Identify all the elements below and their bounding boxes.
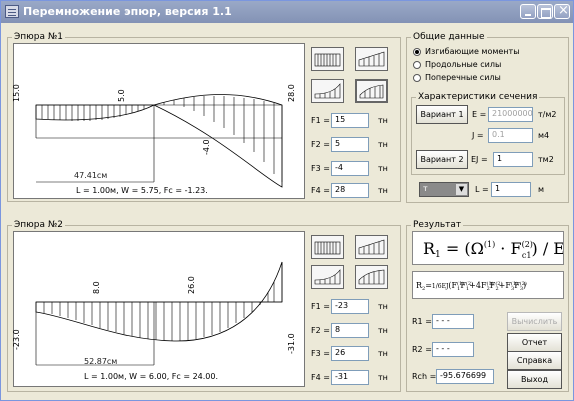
shape2-trapezoid-button[interactable] <box>355 235 388 259</box>
Rch-output: -95.676699 <box>436 369 494 384</box>
title-bar[interactable]: Перемножение эпюр, версия 1.1 <box>1 1 573 23</box>
minimize-button[interactable] <box>520 4 536 19</box>
shape-trapezoid-button[interactable] <box>355 47 388 71</box>
maximize-button[interactable] <box>537 4 553 19</box>
EJ-input[interactable]: 1 <box>493 152 533 167</box>
shape2-convex-button[interactable] <box>355 265 388 289</box>
shape2-concave-button[interactable] <box>311 265 344 289</box>
app-icon <box>5 5 19 18</box>
epure1-legend: Эпюра №1 <box>14 32 63 42</box>
close-button[interactable] <box>554 3 570 19</box>
epure1-F3-unit: тн <box>378 164 388 173</box>
result-legend: Результат <box>413 220 462 230</box>
epure2-F3-label: F3 = <box>311 349 330 358</box>
R1-label: R1 = <box>412 317 432 326</box>
radio-bending-moments[interactable] <box>413 48 421 56</box>
epure2-plot: -23.0 8.0 26.0 -31.0 52.87см L = 1.00м, … <box>12 231 305 387</box>
R2-output: - - - <box>432 342 474 357</box>
app-window: Перемножение эпюр, версия 1.1 Эпюра №1 <box>0 0 574 401</box>
epure2-F3-unit: тн <box>378 349 388 358</box>
epure1-info: L = 1.00м, W = 5.75, Fc = -1.23. <box>76 186 208 195</box>
epure1-F1-unit: тн <box>378 116 388 125</box>
radio-longitudinal-forces[interactable] <box>413 61 421 69</box>
epure1-tick-left: 15.0 <box>12 84 21 102</box>
general-legend: Общие данные <box>413 32 485 42</box>
epure2-F4-input[interactable]: -31 <box>331 370 369 385</box>
epure1-F1-label: F1 = <box>311 116 330 125</box>
epure1-tick-mid: 5.0 <box>117 89 126 102</box>
J-unit: м4 <box>538 131 550 140</box>
R2-label: R2 = <box>412 345 432 354</box>
epure2-F1-label: F1 = <box>311 302 330 311</box>
L-label: L = <box>475 185 489 194</box>
epure1-F4-input[interactable]: 28 <box>331 183 369 198</box>
EJ-label: EJ = <box>471 155 488 164</box>
epure2-F1-unit: тн <box>378 302 388 311</box>
Rch-label: Rch = <box>412 372 437 381</box>
EJ-unit: тм2 <box>538 155 554 164</box>
epure1-F3-label: F3 = <box>311 164 330 173</box>
epure1-diagram <box>35 94 283 188</box>
epure2-diagram <box>35 261 283 366</box>
report-button[interactable]: Отчет <box>507 333 562 352</box>
variant1-button[interactable]: Вариант 1 <box>416 105 468 124</box>
E-unit: т/м2 <box>538 110 557 119</box>
epure1-F4-label: F4 = <box>311 186 330 195</box>
shape-convex-button[interactable] <box>355 79 388 103</box>
epure2-F2-input[interactable]: 8 <box>331 323 369 338</box>
variant2-button[interactable]: Вариант 2 <box>416 150 468 169</box>
epure2-info: L = 1.00м, W = 6.00, Fc = 24.00. <box>84 372 219 381</box>
epure2-tick-mid2: 26.0 <box>187 276 196 294</box>
epure2-tick-mid1: 8.0 <box>92 281 101 294</box>
L-unit: м <box>538 185 545 194</box>
svg-text:R2=1/6EJ(F(1)1F(2)1+4F(1)2F(2): R2=1/6EJ(F(1) 1F(2) 1+4F(1) 2F(2) 2+F(1) 3F(2… <box>416 280 527 292</box>
E-input[interactable]: 21000000 <box>488 107 533 122</box>
compute-button[interactable]: Вычислить <box>507 312 562 331</box>
J-input[interactable]: 0.1 <box>488 128 533 143</box>
section-legend: Характеристики сечения <box>418 92 538 102</box>
epure2-F3-input[interactable]: 26 <box>331 346 369 361</box>
epure1-plot: 15.0 5.0 28.0 -4.0 47.41см L = 1.00м, W … <box>12 43 305 199</box>
L-input[interactable]: 1 <box>491 182 531 197</box>
J-label: J = <box>472 131 484 140</box>
epure2-legend: Эпюра №2 <box>14 220 63 230</box>
epure2-tick-left: -23.0 <box>12 329 21 350</box>
shape-concave-button[interactable] <box>311 79 344 103</box>
formula-R2: R2=1/6EJ(F(1) 1F(2) 1+4F(1) 2F(2) 2+F(1) 3F(2… <box>412 271 564 299</box>
radio-shear-forces[interactable] <box>413 74 421 82</box>
epure2-F4-unit: тн <box>378 373 388 382</box>
epure1-F4-unit: тн <box>378 186 388 195</box>
epure2-F2-unit: тн <box>378 326 388 335</box>
shape2-rect-button[interactable] <box>311 235 344 259</box>
help-button[interactable]: Справка <box>507 351 562 370</box>
svg-text:R1 = (Ω(1) · F(2)c1) / EJ: R1 = (Ω(1) · F(2)c1) / EJ <box>423 239 563 260</box>
epure1-tick-right: 28.0 <box>287 84 296 102</box>
epure1-dimension: 47.41см <box>74 171 108 180</box>
epure2-F2-label: F2 = <box>311 326 330 335</box>
option-bending-moments[interactable]: Изгибающие моменты <box>425 47 520 56</box>
window-title: Перемножение эпюр, версия 1.1 <box>23 5 232 18</box>
epure1-F1-input[interactable]: 15 <box>331 113 369 128</box>
formula-R1: R1 = (Ω(1) · F(2)c1) / EJ <box>412 231 571 265</box>
epure1-tick-low: -4.0 <box>202 139 211 155</box>
E-label: E = <box>472 110 487 119</box>
epure1-F2-input[interactable]: 5 <box>331 137 369 152</box>
epure1-F2-unit: тн <box>378 140 388 149</box>
epure2-dimension: 52.87см <box>84 357 118 366</box>
epure2-F1-input[interactable]: -23 <box>331 299 369 314</box>
epure1-F3-input[interactable]: -4 <box>331 161 369 176</box>
R1-output: - - - <box>432 314 474 329</box>
units-select[interactable]: т ▼ <box>419 182 469 197</box>
shape-rect-button[interactable] <box>311 47 344 71</box>
option-shear-forces[interactable]: Поперечные силы <box>425 73 501 82</box>
units-select-value: т <box>423 184 428 193</box>
epure2-F4-label: F4 = <box>311 373 330 382</box>
exit-button[interactable]: Выход <box>507 370 562 389</box>
epure1-F2-label: F2 = <box>311 140 330 149</box>
option-longitudinal-forces[interactable]: Продольные силы <box>425 60 501 69</box>
chevron-down-icon[interactable]: ▼ <box>456 184 467 195</box>
epure2-tick-right: -31.0 <box>287 333 296 354</box>
